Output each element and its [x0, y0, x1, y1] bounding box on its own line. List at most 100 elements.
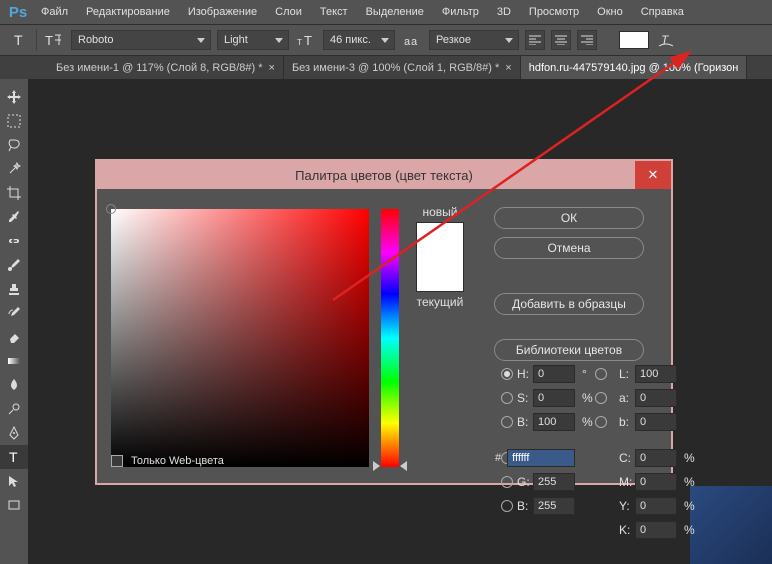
menu-window[interactable]: Окно: [590, 2, 630, 22]
menu-help[interactable]: Справка: [634, 2, 691, 22]
menu-view[interactable]: Просмотр: [522, 2, 586, 22]
svg-text:T: T: [14, 33, 23, 47]
stamp-tool[interactable]: [0, 277, 28, 301]
pen-tool[interactable]: [0, 421, 28, 445]
menu-layers[interactable]: Слои: [268, 2, 309, 22]
color-libraries-button[interactable]: Библиотеки цветов: [494, 339, 644, 361]
font-weight-dropdown[interactable]: Light: [217, 30, 289, 50]
document-tab[interactable]: Без имени-1 @ 117% (Слой 8, RGB/8#) * ×: [48, 56, 284, 80]
color-preview-swatch[interactable]: [416, 222, 464, 292]
color-preview-column: новый текущий: [411, 205, 469, 467]
b-field[interactable]: 100: [533, 413, 575, 431]
h-field[interactable]: 0: [533, 365, 575, 383]
web-only-checkbox[interactable]: [111, 455, 123, 467]
k-label: K:: [619, 523, 635, 537]
m-unit: %: [681, 475, 697, 489]
k-field[interactable]: 0: [635, 521, 677, 539]
b-unit: %: [579, 415, 595, 429]
path-selection-tool[interactable]: [0, 469, 28, 493]
b-label: B:: [517, 415, 533, 429]
font-size-dropdown[interactable]: 46 пикс.: [323, 30, 395, 50]
l-field[interactable]: 100: [635, 365, 677, 383]
svg-text:T: T: [304, 33, 312, 47]
add-swatch-button[interactable]: Добавить в образцы: [494, 293, 644, 315]
align-center-button[interactable]: [551, 30, 571, 50]
a-field[interactable]: 0: [635, 389, 677, 407]
l-radio[interactable]: [595, 368, 607, 380]
lasso-tool[interactable]: [0, 133, 28, 157]
hue-slider[interactable]: [381, 209, 399, 467]
tab-label: hdfon.ru-447579140.jpg @ 100% (Горизон: [529, 62, 739, 74]
antialias-dropdown[interactable]: Резкое: [429, 30, 519, 50]
svg-text:T: T: [45, 33, 53, 48]
h-radio[interactable]: [501, 368, 513, 380]
dialog-close-button[interactable]: ✕: [635, 161, 671, 189]
healing-brush-tool[interactable]: [0, 229, 28, 253]
document-tab-bar: Без имени-1 @ 117% (Слой 8, RGB/8#) * × …: [0, 56, 772, 80]
document-tab[interactable]: hdfon.ru-447579140.jpg @ 100% (Горизон: [521, 56, 748, 80]
c-field[interactable]: 0: [635, 449, 677, 467]
g-radio[interactable]: [501, 476, 513, 488]
brush-tool[interactable]: [0, 253, 28, 277]
k-unit: %: [681, 523, 697, 537]
tab-close-icon[interactable]: ×: [269, 62, 275, 74]
document-tab[interactable]: Без имени-3 @ 100% (Слой 1, RGB/8#) * ×: [284, 56, 521, 80]
dodge-tool[interactable]: [0, 397, 28, 421]
rgb-b-radio[interactable]: [501, 500, 513, 512]
hex-row: # ffffff: [495, 449, 575, 467]
m-label: M:: [619, 475, 635, 489]
y-label: Y:: [619, 499, 635, 513]
menu-image[interactable]: Изображение: [181, 2, 264, 22]
cancel-button[interactable]: Отмена: [494, 237, 644, 259]
move-tool[interactable]: [0, 85, 28, 109]
type-tool[interactable]: T: [0, 445, 28, 469]
menu-select[interactable]: Выделение: [359, 2, 431, 22]
s-radio[interactable]: [501, 392, 513, 404]
h-unit: °: [579, 367, 595, 381]
menu-text[interactable]: Текст: [313, 2, 355, 22]
m-field[interactable]: 0: [635, 473, 677, 491]
lab-b-radio[interactable]: [595, 416, 607, 428]
ok-button[interactable]: ОК: [494, 207, 644, 229]
tab-label: Без имени-1 @ 117% (Слой 8, RGB/8#) *: [56, 62, 263, 74]
rectangle-tool[interactable]: [0, 493, 28, 517]
tab-close-icon[interactable]: ×: [505, 62, 511, 74]
lab-b-field[interactable]: 0: [635, 413, 677, 431]
rgb-b-label: B:: [517, 499, 533, 513]
crop-tool[interactable]: [0, 181, 28, 205]
dialog-titlebar[interactable]: Палитра цветов (цвет текста) ✕: [97, 161, 671, 189]
y-field[interactable]: 0: [635, 497, 677, 515]
tab-label: Без имени-3 @ 100% (Слой 1, RGB/8#) *: [292, 62, 499, 74]
g-label: G:: [517, 475, 533, 489]
svg-text:T: T: [9, 450, 18, 464]
a-radio[interactable]: [595, 392, 607, 404]
menu-3d[interactable]: 3D: [490, 2, 518, 22]
text-color-swatch[interactable]: [619, 31, 649, 49]
font-family-dropdown[interactable]: Roboto: [71, 30, 211, 50]
blur-tool[interactable]: [0, 373, 28, 397]
options-bar: T T Roboto Light TT 46 пикс. aa Резкое T: [0, 24, 772, 56]
b-radio[interactable]: [501, 416, 513, 428]
s-field[interactable]: 0: [533, 389, 575, 407]
rgb-b-field[interactable]: 255: [533, 497, 575, 515]
eraser-tool[interactable]: [0, 325, 28, 349]
s-label: S:: [517, 391, 533, 405]
marquee-tool[interactable]: [0, 109, 28, 133]
menu-edit[interactable]: Редактирование: [79, 2, 177, 22]
align-left-button[interactable]: [525, 30, 545, 50]
orientation-toggle-icon[interactable]: T: [43, 29, 65, 51]
magic-wand-tool[interactable]: [0, 157, 28, 181]
hex-field[interactable]: ffffff: [507, 449, 575, 467]
eyedropper-tool[interactable]: [0, 205, 28, 229]
history-brush-tool[interactable]: [0, 301, 28, 325]
gradient-tool[interactable]: [0, 349, 28, 373]
hue-pointer-icon: [400, 461, 407, 471]
saturation-value-picker[interactable]: [111, 209, 369, 467]
menu-filter[interactable]: Фильтр: [435, 2, 486, 22]
menu-file[interactable]: Файл: [34, 2, 75, 22]
color-picker-dialog: Палитра цветов (цвет текста) ✕ новый тек…: [95, 159, 673, 485]
align-right-button[interactable]: [577, 30, 597, 50]
warp-text-icon[interactable]: T: [655, 29, 677, 51]
app-logo: Ps: [6, 2, 30, 22]
g-field[interactable]: 255: [533, 473, 575, 491]
